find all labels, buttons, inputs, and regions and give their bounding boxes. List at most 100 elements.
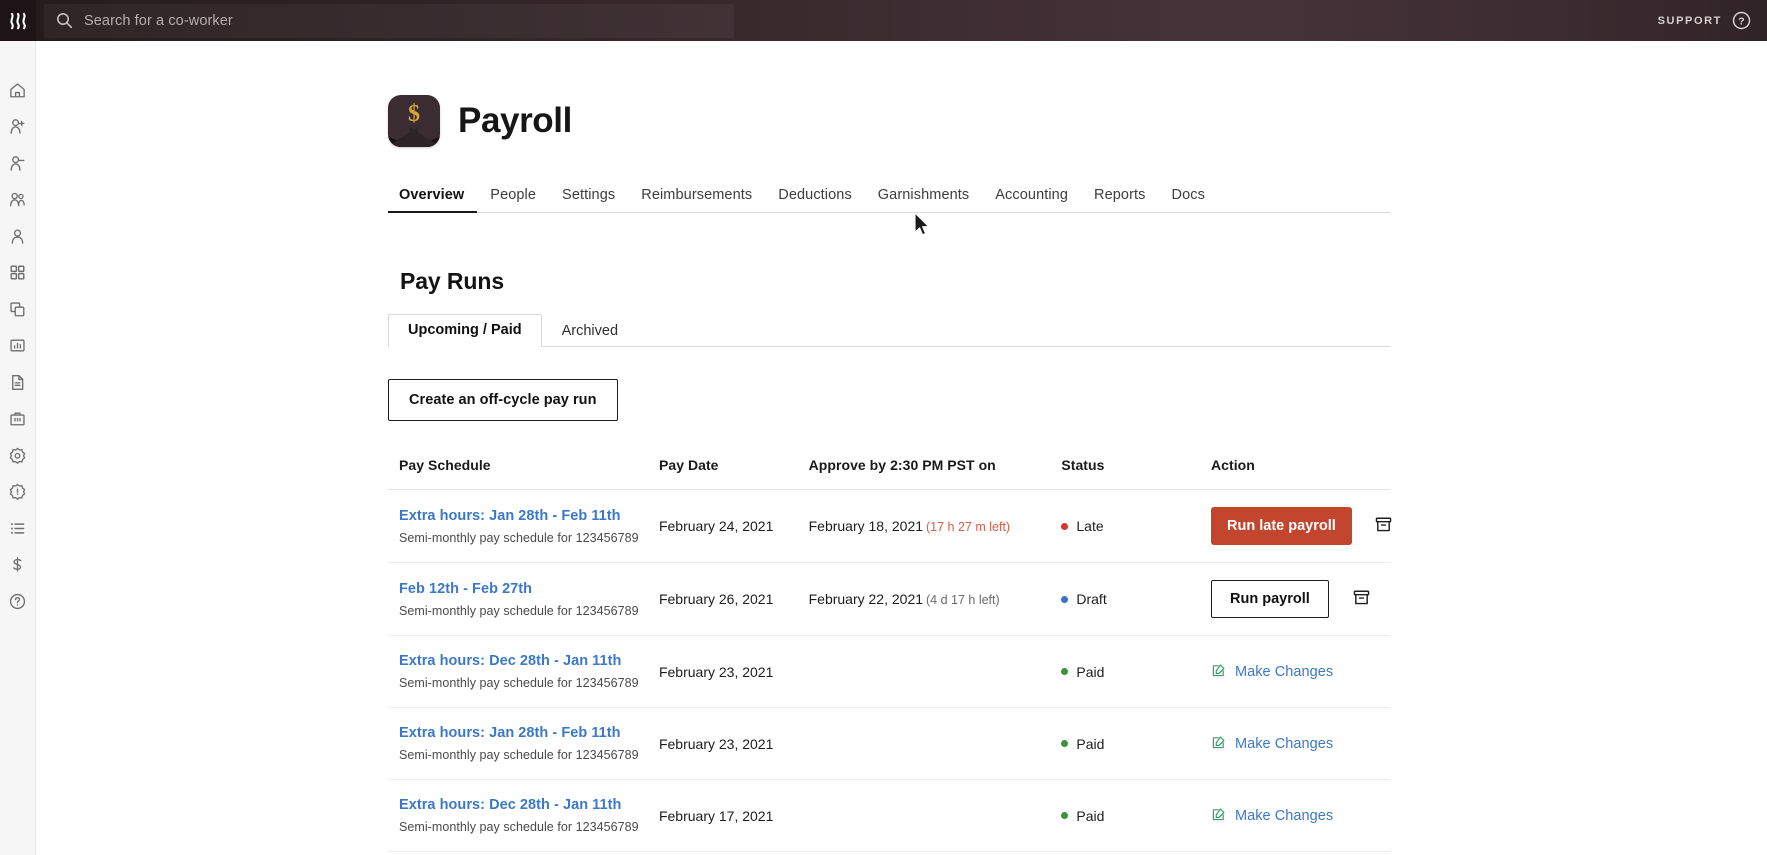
pay-schedule-subtitle: Semi-monthly pay schedule for 123456789 (399, 603, 639, 618)
pay-schedule-link[interactable]: Extra hours: Dec 28th - Jan 11th (399, 653, 659, 669)
dollar-symbol: $ (408, 101, 420, 127)
sub-tab-archived[interactable]: Archived (542, 315, 638, 347)
sidebar-item-profile[interactable] (0, 218, 36, 255)
pay-schedule-link[interactable]: Feb 12th - Feb 27th (399, 581, 659, 597)
edit-square-icon (1211, 735, 1226, 753)
table-row: Extra hours: Jan 28th - Feb 11th Semi-mon… (388, 489, 1393, 563)
sidebar-item-analytics[interactable] (0, 328, 36, 365)
sidebar-item-documents[interactable] (0, 364, 36, 401)
cell-approve-by (808, 707, 1062, 780)
tab-reports[interactable]: Reports (1081, 187, 1158, 212)
action-group: Run late payroll (1211, 507, 1393, 545)
cell-action: Run payroll (1211, 562, 1390, 636)
create-off-cycle-pay-run-button[interactable]: Create an off-cycle pay run (388, 379, 618, 421)
sidebar-item-hire[interactable] (0, 109, 36, 146)
left-sidebar (0, 41, 36, 855)
cell-pay-date: February 24, 2021 (658, 489, 809, 563)
main-content: $ Payroll Overview People Settings Reimb… (36, 41, 1767, 855)
column-header-pay-schedule: Pay Schedule (388, 457, 659, 490)
sub-tab-upcoming-paid[interactable]: Upcoming / Paid (388, 314, 542, 347)
app-header: $ Payroll (388, 95, 1390, 147)
make-changes-link[interactable]: Make Changes (1211, 807, 1333, 825)
payroll-app-icon: $ (388, 95, 440, 147)
rippling-logo-button[interactable] (0, 0, 36, 41)
make-changes-link[interactable]: Make Changes (1211, 735, 1333, 753)
search-box[interactable] (44, 3, 734, 38)
make-changes-label: Make Changes (1235, 807, 1334, 824)
status-badge: Paid (1061, 736, 1211, 752)
status-dot-icon (1061, 522, 1069, 530)
layers-icon (10, 302, 25, 317)
make-changes-link[interactable]: Make Changes (1211, 663, 1333, 681)
table-row: Extra hours: Dec 28th - Jan 11th Semi-mon… (388, 779, 1390, 852)
grid-apps-icon (10, 265, 25, 280)
cell-approve-by: February 22, 2021 (4 d 17 h left) (808, 562, 1062, 636)
pay-schedule-subtitle: Semi-monthly pay schedule for 123456789 (399, 748, 639, 762)
status-dot-icon (1061, 740, 1069, 747)
pay-schedule-subtitle: Semi-monthly pay schedule for 123456789 (399, 530, 639, 545)
cell-action: Run late payroll (1211, 489, 1393, 563)
tab-people[interactable]: People (477, 187, 549, 212)
status-dot-icon (1061, 812, 1069, 819)
cell-approve-by: February 18, 2021 (17 h 27 m left) (808, 489, 1062, 563)
briefcase-icon (10, 412, 25, 426)
sidebar-item-help[interactable] (0, 583, 36, 620)
support-label[interactable]: SUPPORT (1658, 15, 1722, 27)
sidebar-item-apps[interactable] (0, 255, 36, 292)
edit-square-icon (1211, 807, 1226, 825)
table-header-row: Pay Schedule Pay Date Approve by 2:30 PM… (388, 457, 1390, 490)
run-late-payroll-button[interactable]: Run late payroll (1211, 507, 1352, 545)
tab-garnishments[interactable]: Garnishments (865, 187, 982, 212)
tab-docs[interactable]: Docs (1159, 187, 1218, 212)
cell-approve-by (808, 779, 1062, 852)
list-icon (11, 522, 25, 534)
cell-pay-date: February 23, 2021 (658, 635, 809, 708)
sidebar-item-payroll[interactable] (0, 547, 36, 584)
archive-button[interactable] (1374, 515, 1393, 537)
page-title: Payroll (458, 101, 572, 140)
money-icon (13, 557, 22, 572)
sidebar-item-settings[interactable] (0, 437, 36, 474)
tab-overview[interactable]: Overview (388, 187, 478, 213)
search-input[interactable] (84, 12, 722, 29)
sidebar-item-home[interactable] (0, 72, 36, 109)
table-header: Pay Schedule Pay Date Approve by 2:30 PM… (388, 457, 1390, 490)
cell-status: Draft (1061, 562, 1212, 636)
question-circle-icon[interactable]: ? (1732, 11, 1751, 30)
status-label: Paid (1076, 663, 1105, 680)
sidebar-item-devices[interactable] (0, 291, 36, 328)
pay-schedule-link[interactable]: Extra hours: Dec 28th - Jan 11th (399, 797, 659, 813)
run-payroll-button[interactable]: Run payroll (1211, 580, 1329, 618)
chart-box-icon (10, 339, 25, 352)
approve-time-remaining: (4 d 17 h left) (926, 593, 1000, 607)
column-header-pay-date: Pay Date (658, 457, 809, 490)
sidebar-item-tasks[interactable] (0, 510, 36, 547)
status-label: Paid (1076, 735, 1105, 752)
archive-button[interactable] (1351, 588, 1373, 610)
user-icon (11, 229, 24, 244)
tab-deductions[interactable]: Deductions (765, 187, 865, 212)
sidebar-item-terminate[interactable] (0, 145, 36, 182)
help-circle-icon (9, 593, 26, 609)
cell-pay-schedule: Extra hours: Jan 28th - Feb 11th Semi-mon… (388, 707, 659, 780)
rippling-logo-icon (10, 12, 26, 29)
status-badge: Late (1061, 518, 1211, 534)
cell-status: Paid (1061, 635, 1212, 708)
status-badge: Draft (1061, 591, 1211, 607)
cell-pay-schedule: Feb 12th - Feb 27th Semi-monthly pay sche… (388, 562, 659, 636)
pay-schedule-link[interactable]: Extra hours: Jan 28th - Feb 11th (399, 725, 659, 741)
pay-schedule-subtitle: Semi-monthly pay schedule for 123456789 (399, 820, 639, 834)
sidebar-item-admin[interactable] (0, 474, 36, 511)
cell-pay-date: February 17, 2021 (658, 779, 809, 852)
sidebar-item-company[interactable] (0, 401, 36, 438)
tab-settings[interactable]: Settings (549, 187, 628, 212)
home-icon (10, 83, 25, 98)
cell-pay-schedule: Extra hours: Dec 28th - Jan 11th Semi-mon… (388, 635, 659, 708)
tab-accounting[interactable]: Accounting (982, 187, 1081, 212)
sidebar-item-team[interactable] (0, 182, 36, 219)
user-remove-icon (10, 155, 25, 171)
pay-schedule-link[interactable]: Extra hours: Jan 28th - Feb 11th (399, 508, 659, 524)
tab-reimbursements[interactable]: Reimbursements (628, 187, 765, 212)
column-header-action: Action (1211, 457, 1390, 490)
approve-date: February 22, 2021 (808, 591, 924, 607)
